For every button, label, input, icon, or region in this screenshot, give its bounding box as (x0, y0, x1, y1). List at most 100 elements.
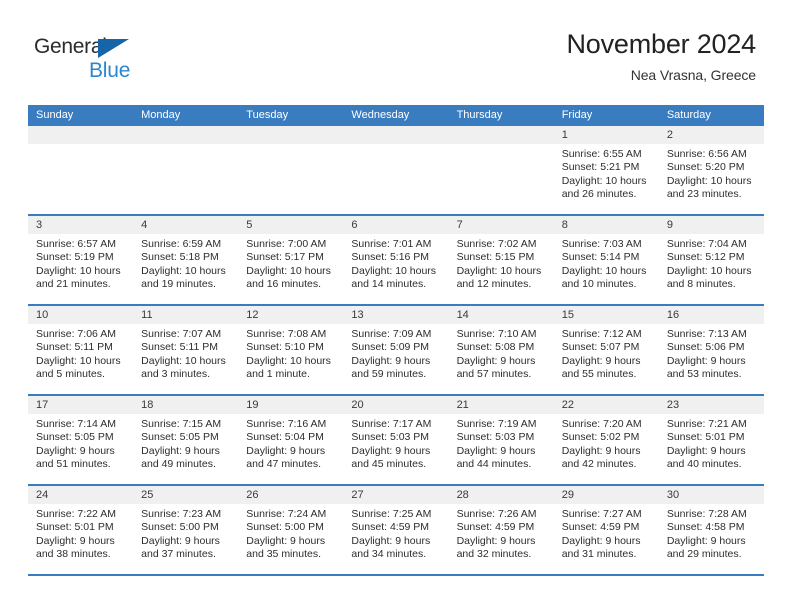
daylight-text: Daylight: 10 hours and 23 minutes. (666, 174, 752, 201)
sunrise-text: Sunrise: 7:23 AM (141, 508, 222, 520)
day-number: 1 (553, 126, 659, 144)
sunrise-text: Sunrise: 7:08 AM (246, 328, 327, 340)
daylight-text: Daylight: 10 hours and 19 minutes. (141, 264, 226, 291)
calendar-week-row: 17 Sunrise: 7:14 AM Sunset: 5:05 PM Dayligh… (28, 396, 764, 486)
day-details: Sunrise: 6:55 AM Sunset: 5:21 PM Daylight:… (554, 144, 659, 202)
calendar-day-cell[interactable]: 10 Sunrise: 7:06 AM Sunset: 5:11 PM Dayligh… (28, 306, 134, 394)
calendar-day-cell[interactable]: 13 Sunrise: 7:09 AM Sunset: 5:09 PM Dayligh… (343, 306, 449, 394)
sunset-text: Sunset: 5:16 PM (351, 251, 430, 264)
day-number (28, 126, 134, 144)
calendar-day-cell[interactable]: 22 Sunrise: 7:20 AM Sunset: 5:02 PM Dayligh… (553, 396, 659, 484)
day-number: 9 (658, 216, 764, 234)
logo-triangle-icon (98, 39, 129, 58)
calendar-day-cell[interactable]: 15 Sunrise: 7:12 AM Sunset: 5:07 PM Dayligh… (553, 306, 659, 394)
daylight-text: Daylight: 9 hours and 55 minutes. (561, 354, 641, 381)
sunset-text: Sunset: 5:21 PM (561, 161, 640, 174)
sunset-text: Sunset: 4:59 PM (351, 521, 430, 534)
calendar-day-cell[interactable]: 11 Sunrise: 7:07 AM Sunset: 5:11 PM Dayligh… (133, 306, 239, 394)
calendar-day-cell[interactable]: 12 Sunrise: 7:08 AM Sunset: 5:10 PM Dayligh… (238, 306, 344, 394)
calendar-week-row: 24 Sunrise: 7:22 AM Sunset: 5:01 PM Dayligh… (28, 486, 764, 576)
sunrise-text: Sunrise: 7:22 AM (36, 508, 116, 520)
logo-text-blue: Blue (89, 59, 131, 82)
sunset-text: Sunset: 4:59 PM (561, 521, 640, 534)
calendar-day-cell[interactable]: 3 Sunrise: 6:57 AM Sunset: 5:19 PM Daylight… (28, 216, 134, 304)
weekday-header-row: Sunday Monday Tuesday Wednesday Thursday… (28, 105, 764, 126)
day-details: Sunrise: 7:04 AM Sunset: 5:12 PM Daylight:… (659, 234, 764, 292)
day-number: 6 (343, 216, 449, 234)
daylight-text: Daylight: 9 hours and 38 minutes. (36, 534, 115, 561)
calendar-page: General Blue November 2024 Nea Vrasna, G… (0, 0, 792, 612)
calendar-day-cell[interactable]: 20 Sunrise: 7:17 AM Sunset: 5:03 PM Dayligh… (343, 396, 449, 484)
calendar-day-cell[interactable]: 17 Sunrise: 7:14 AM Sunset: 5:05 PM Dayligh… (28, 396, 134, 484)
calendar-day-cell[interactable]: 19 Sunrise: 7:16 AM Sunset: 5:04 PM Dayligh… (238, 396, 344, 484)
day-details: Sunrise: 7:08 AM Sunset: 5:10 PM Daylight:… (238, 324, 343, 382)
calendar-day-cell[interactable]: 8 Sunrise: 7:03 AM Sunset: 5:14 PM Daylight… (553, 216, 659, 304)
day-details: Sunrise: 7:01 AM Sunset: 5:16 PM Daylight:… (343, 234, 448, 292)
day-number (133, 126, 239, 144)
sunrise-text: Sunrise: 7:06 AM (36, 328, 116, 340)
daylight-text: Daylight: 10 hours and 21 minutes. (36, 264, 121, 291)
sunrise-text: Sunrise: 7:14 AM (36, 418, 116, 430)
calendar-grid: Sunday Monday Tuesday Wednesday Thursday… (28, 105, 764, 576)
calendar-day-cell[interactable]: 4 Sunrise: 6:59 AM Sunset: 5:18 PM Daylight… (133, 216, 239, 304)
calendar-day-cell[interactable]: 26 Sunrise: 7:24 AM Sunset: 5:00 PM Dayligh… (238, 486, 344, 574)
day-details: Sunrise: 7:17 AM Sunset: 5:03 PM Daylight:… (343, 414, 448, 472)
day-number: 12 (238, 306, 344, 324)
calendar-day-cell[interactable]: 30 Sunrise: 7:28 AM Sunset: 4:58 PM Dayligh… (658, 486, 764, 574)
day-number: 8 (553, 216, 659, 234)
calendar-day-cell[interactable]: 16 Sunrise: 7:13 AM Sunset: 5:06 PM Dayligh… (658, 306, 764, 394)
sunrise-text: Sunrise: 7:21 AM (666, 418, 747, 430)
day-number: 4 (133, 216, 239, 234)
sunset-text: Sunset: 5:04 PM (246, 431, 324, 444)
calendar-day-cell[interactable]: 5 Sunrise: 7:00 AM Sunset: 5:17 PM Daylight… (238, 216, 344, 304)
day-details: Sunrise: 7:21 AM Sunset: 5:01 PM Daylight:… (659, 414, 764, 472)
calendar-day-cell[interactable]: 14 Sunrise: 7:10 AM Sunset: 5:08 PM Dayligh… (448, 306, 554, 394)
calendar-day-cell[interactable]: 6 Sunrise: 7:01 AM Sunset: 5:16 PM Daylight… (343, 216, 449, 304)
daylight-text: Daylight: 10 hours and 26 minutes. (561, 174, 647, 201)
calendar-day-cell[interactable]: 1 Sunrise: 6:55 AM Sunset: 5:21 PM Daylight… (553, 126, 659, 214)
logo[interactable]: General Blue (34, 30, 154, 86)
sunrise-text: Sunrise: 6:56 AM (666, 148, 747, 160)
day-details: Sunrise: 7:06 AM Sunset: 5:11 PM Daylight:… (28, 324, 133, 382)
daylight-text: Daylight: 9 hours and 45 minutes. (351, 444, 431, 471)
day-number (448, 126, 554, 144)
day-details: Sunrise: 7:14 AM Sunset: 5:05 PM Daylight:… (28, 414, 133, 472)
daylight-text: Daylight: 10 hours and 10 minutes. (561, 264, 647, 291)
calendar-day-cell[interactable]: 2 Sunrise: 6:56 AM Sunset: 5:20 PM Daylight… (658, 126, 764, 214)
sunrise-text: Sunrise: 7:03 AM (561, 238, 642, 250)
calendar-day-cell[interactable]: 18 Sunrise: 7:15 AM Sunset: 5:05 PM Dayligh… (133, 396, 239, 484)
sunset-text: Sunset: 5:20 PM (666, 161, 745, 174)
weekday-header-sunday: Sunday (36, 109, 74, 121)
day-details: Sunrise: 7:09 AM Sunset: 5:09 PM Daylight:… (343, 324, 448, 382)
daylight-text: Daylight: 9 hours and 40 minutes. (666, 444, 746, 471)
page-title: November 2024 (566, 29, 756, 59)
sunset-text: Sunset: 4:59 PM (456, 521, 535, 534)
day-details: Sunrise: 7:12 AM Sunset: 5:07 PM Daylight:… (554, 324, 659, 382)
sunrise-text: Sunrise: 7:12 AM (561, 328, 642, 340)
sunrise-text: Sunrise: 7:10 AM (456, 328, 537, 340)
sunset-text: Sunset: 5:15 PM (456, 251, 535, 264)
sunset-text: Sunset: 5:11 PM (36, 341, 113, 354)
daylight-text: Daylight: 9 hours and 35 minutes. (246, 534, 326, 561)
daylight-text: Daylight: 9 hours and 49 minutes. (141, 444, 220, 471)
calendar-day-cell[interactable]: 29 Sunrise: 7:27 AM Sunset: 4:59 PM Dayligh… (553, 486, 659, 574)
calendar-day-cell-empty (28, 126, 134, 214)
calendar-day-cell[interactable]: 7 Sunrise: 7:02 AM Sunset: 5:15 PM Daylight… (448, 216, 554, 304)
day-details: Sunrise: 7:26 AM Sunset: 4:59 PM Daylight:… (449, 504, 554, 562)
calendar-day-cell[interactable]: 21 Sunrise: 7:19 AM Sunset: 5:03 PM Dayligh… (448, 396, 554, 484)
weekday-header-friday: Friday (561, 109, 593, 121)
sunset-text: Sunset: 5:14 PM (561, 251, 640, 264)
sunrise-text: Sunrise: 7:01 AM (351, 238, 432, 250)
calendar-day-cell-empty (238, 126, 344, 214)
calendar-day-cell[interactable]: 28 Sunrise: 7:26 AM Sunset: 4:59 PM Dayligh… (448, 486, 554, 574)
calendar-day-cell[interactable]: 25 Sunrise: 7:23 AM Sunset: 5:00 PM Dayligh… (133, 486, 239, 574)
calendar-day-cell[interactable]: 23 Sunrise: 7:21 AM Sunset: 5:01 PM Dayligh… (658, 396, 764, 484)
calendar-day-cell[interactable]: 9 Sunrise: 7:04 AM Sunset: 5:12 PM Daylight… (658, 216, 764, 304)
sunrise-text: Sunrise: 7:04 AM (666, 238, 747, 250)
daylight-text: Daylight: 9 hours and 32 minutes. (456, 534, 536, 561)
calendar-day-cell[interactable]: 24 Sunrise: 7:22 AM Sunset: 5:01 PM Dayligh… (28, 486, 134, 574)
calendar-day-cell[interactable]: 27 Sunrise: 7:25 AM Sunset: 4:59 PM Dayligh… (343, 486, 449, 574)
sunrise-text: Sunrise: 7:20 AM (561, 418, 642, 430)
day-details: Sunrise: 7:19 AM Sunset: 5:03 PM Daylight:… (449, 414, 554, 472)
sunrise-text: Sunrise: 6:59 AM (141, 238, 222, 250)
